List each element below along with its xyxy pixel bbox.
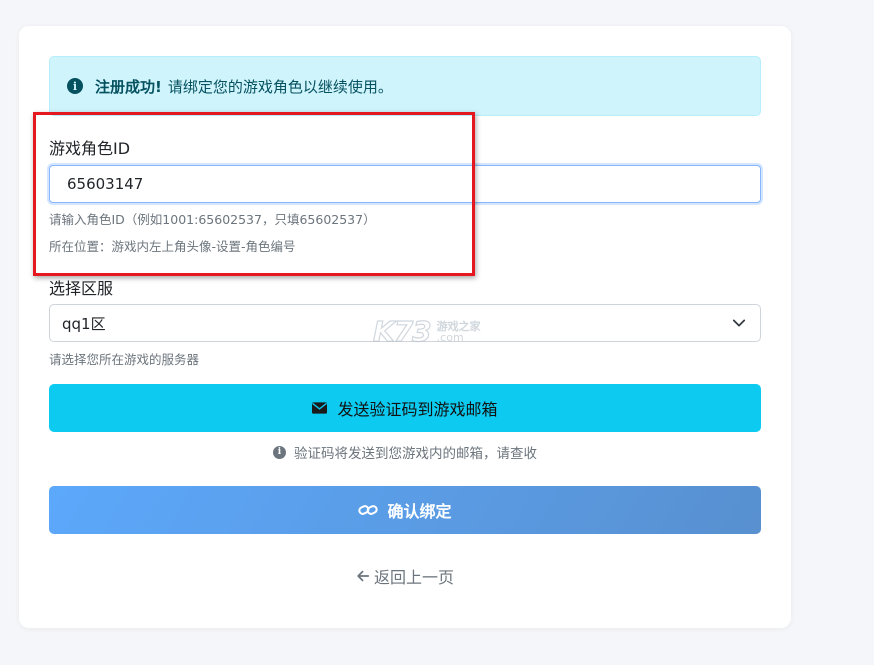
role-id-help: 请输入角色ID（例如1001:65602537，只填65602537） — [49, 212, 376, 227]
info-icon: i — [67, 78, 83, 94]
role-id-label: 游戏角色ID — [49, 139, 131, 158]
role-id-input[interactable]: 65603147 — [49, 165, 761, 203]
server-label: 选择区服 — [49, 279, 114, 298]
send-code-button[interactable]: 发送验证码到游戏邮箱 — [49, 384, 761, 432]
arrow-left-icon — [357, 570, 370, 582]
chevron-down-icon — [732, 319, 746, 327]
confirm-bind-button[interactable]: 确认绑定 — [49, 486, 761, 534]
server-help: 请选择您所在游戏的服务器 — [49, 352, 200, 367]
confirm-bind-label: 确认绑定 — [387, 502, 452, 521]
envelope-icon — [312, 402, 328, 414]
link-icon — [358, 505, 379, 515]
server-select[interactable]: qq1区 — [49, 304, 761, 342]
bind-role-card: i 注册成功! 请绑定您的游戏角色以继续使用。 游戏角色ID 65603147 … — [19, 26, 791, 628]
alert-title: 注册成功! — [95, 77, 162, 96]
role-id-location-help: 所在位置：游戏内左上角头像-设置-角色编号 — [49, 239, 296, 254]
back-link-label: 返回上一页 — [373, 568, 454, 587]
info-icon: i — [273, 445, 286, 459]
alert-message: 请绑定您的游戏角色以继续使用。 — [167, 77, 393, 96]
send-note-text: 验证码将发送到您游戏内的邮箱，请查收 — [294, 446, 537, 462]
back-link[interactable]: 返回上一页 — [19, 564, 791, 588]
server-selected-value: qq1区 — [62, 314, 106, 333]
send-code-label: 发送验证码到游戏邮箱 — [337, 400, 498, 419]
role-id-value: 65603147 — [67, 175, 144, 193]
send-note: i 验证码将发送到您游戏内的邮箱，请查收 — [19, 442, 791, 462]
success-alert: i 注册成功! 请绑定您的游戏角色以继续使用。 — [49, 56, 761, 116]
